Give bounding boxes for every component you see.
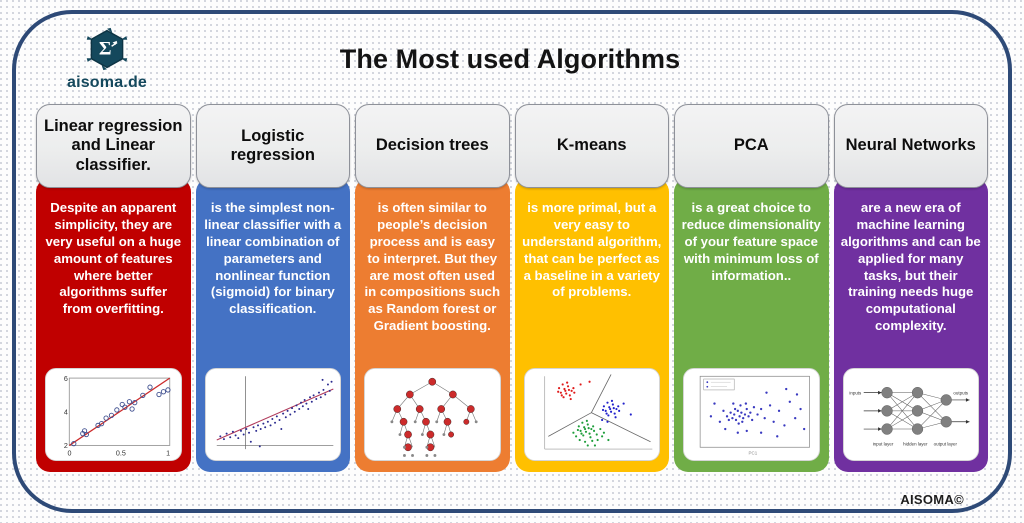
cluster-scatter-chart-icon	[524, 369, 659, 460]
column-description: are a new era of machine learning algori…	[840, 200, 981, 334]
column-title: PCA	[733, 136, 769, 155]
column-header-card: PCA	[674, 104, 829, 188]
svg-text:4: 4	[64, 407, 68, 416]
decision-tree-diagram-icon	[365, 369, 500, 460]
column-header-card: Linear regression and Linear classifier.	[36, 104, 191, 188]
scatter-trendline-chart-icon	[205, 369, 340, 460]
neural-network-diagram-icon: inputs outputs input layer hidden layer …	[843, 369, 978, 460]
column-description: is the simplest non-linear classifier wi…	[204, 200, 342, 317]
thumbnail-neural-network-diagram: inputs outputs input layer hidden layer …	[842, 368, 979, 461]
brand-name: aisoma.de	[66, 74, 148, 91]
aisoma-hexagon-sigma-logo-icon: Σ	[86, 27, 128, 71]
column-k-means: K-means is more primal, but a very easy …	[514, 104, 669, 472]
column-header-card: Neural Networks	[833, 104, 988, 188]
svg-text:hidden layer: hidden layer	[903, 441, 928, 446]
svg-text:output layer: output layer	[933, 441, 957, 446]
column-title: Logistic regression	[230, 126, 315, 164]
pca-scatter-chart-icon: PC1	[684, 369, 819, 460]
column-description: Despite an apparent simplicity, they are…	[45, 200, 182, 317]
column-pca: PCA is a great choice to reduce dimensio…	[674, 104, 829, 472]
svg-text:outputs: outputs	[953, 390, 968, 395]
column-description: is a great choice to reduce dimensionali…	[681, 200, 821, 283]
svg-text:input layer: input layer	[872, 441, 893, 446]
scatter-regression-chart-icon: 642 0 0.5 1	[46, 369, 181, 460]
brand-logo-block: Σ aisoma.de	[47, 26, 167, 92]
svg-text:inputs: inputs	[849, 390, 862, 395]
svg-text:Σ: Σ	[99, 39, 112, 60]
column-logistic-regression: Logistic regression is the simplest non-…	[195, 104, 350, 472]
column-title: Decision trees	[375, 136, 489, 155]
svg-text:PC1: PC1	[749, 451, 758, 456]
column-title: K-means	[556, 136, 627, 155]
svg-text:0.5: 0.5	[116, 448, 126, 457]
column-linear-regression: Linear regression and Linear classifier.…	[36, 104, 191, 472]
infographic-page: Σ aisoma.de The Most used Algorithms Lin…	[0, 0, 1024, 523]
column-title: Neural Networks	[845, 136, 976, 155]
column-title: Linear regression and Linear classifier.	[44, 116, 183, 174]
thumbnail-cluster-scatter-chart	[523, 368, 660, 461]
column-description: is more primal, but a very easy to under…	[522, 200, 662, 300]
column-header-card: Decision trees	[355, 104, 510, 188]
copyright-label: AISOMA©	[900, 492, 964, 507]
svg-text:6: 6	[64, 374, 68, 383]
thumbnail-scatter-trendline-chart	[204, 368, 341, 461]
column-header-card: K-means	[514, 104, 669, 188]
svg-text:0: 0	[68, 448, 72, 457]
thumbnail-decision-tree-diagram	[364, 368, 501, 461]
algorithm-columns: Linear regression and Linear classifier.…	[36, 104, 988, 472]
column-decision-trees: Decision trees is often similar to peopl…	[355, 104, 510, 472]
page-title: The Most used Algorithms	[339, 44, 681, 74]
svg-text:1: 1	[166, 448, 170, 457]
thumbnail-scatter-regression-chart: 642 0 0.5 1	[45, 368, 182, 461]
column-neural-networks: Neural Networks are a new era of machine…	[833, 104, 988, 472]
column-header-card: Logistic regression	[195, 104, 350, 188]
thumbnail-pca-scatter-chart: PC1	[683, 368, 820, 461]
column-description: is often similar to people’s decision pr…	[364, 200, 501, 334]
